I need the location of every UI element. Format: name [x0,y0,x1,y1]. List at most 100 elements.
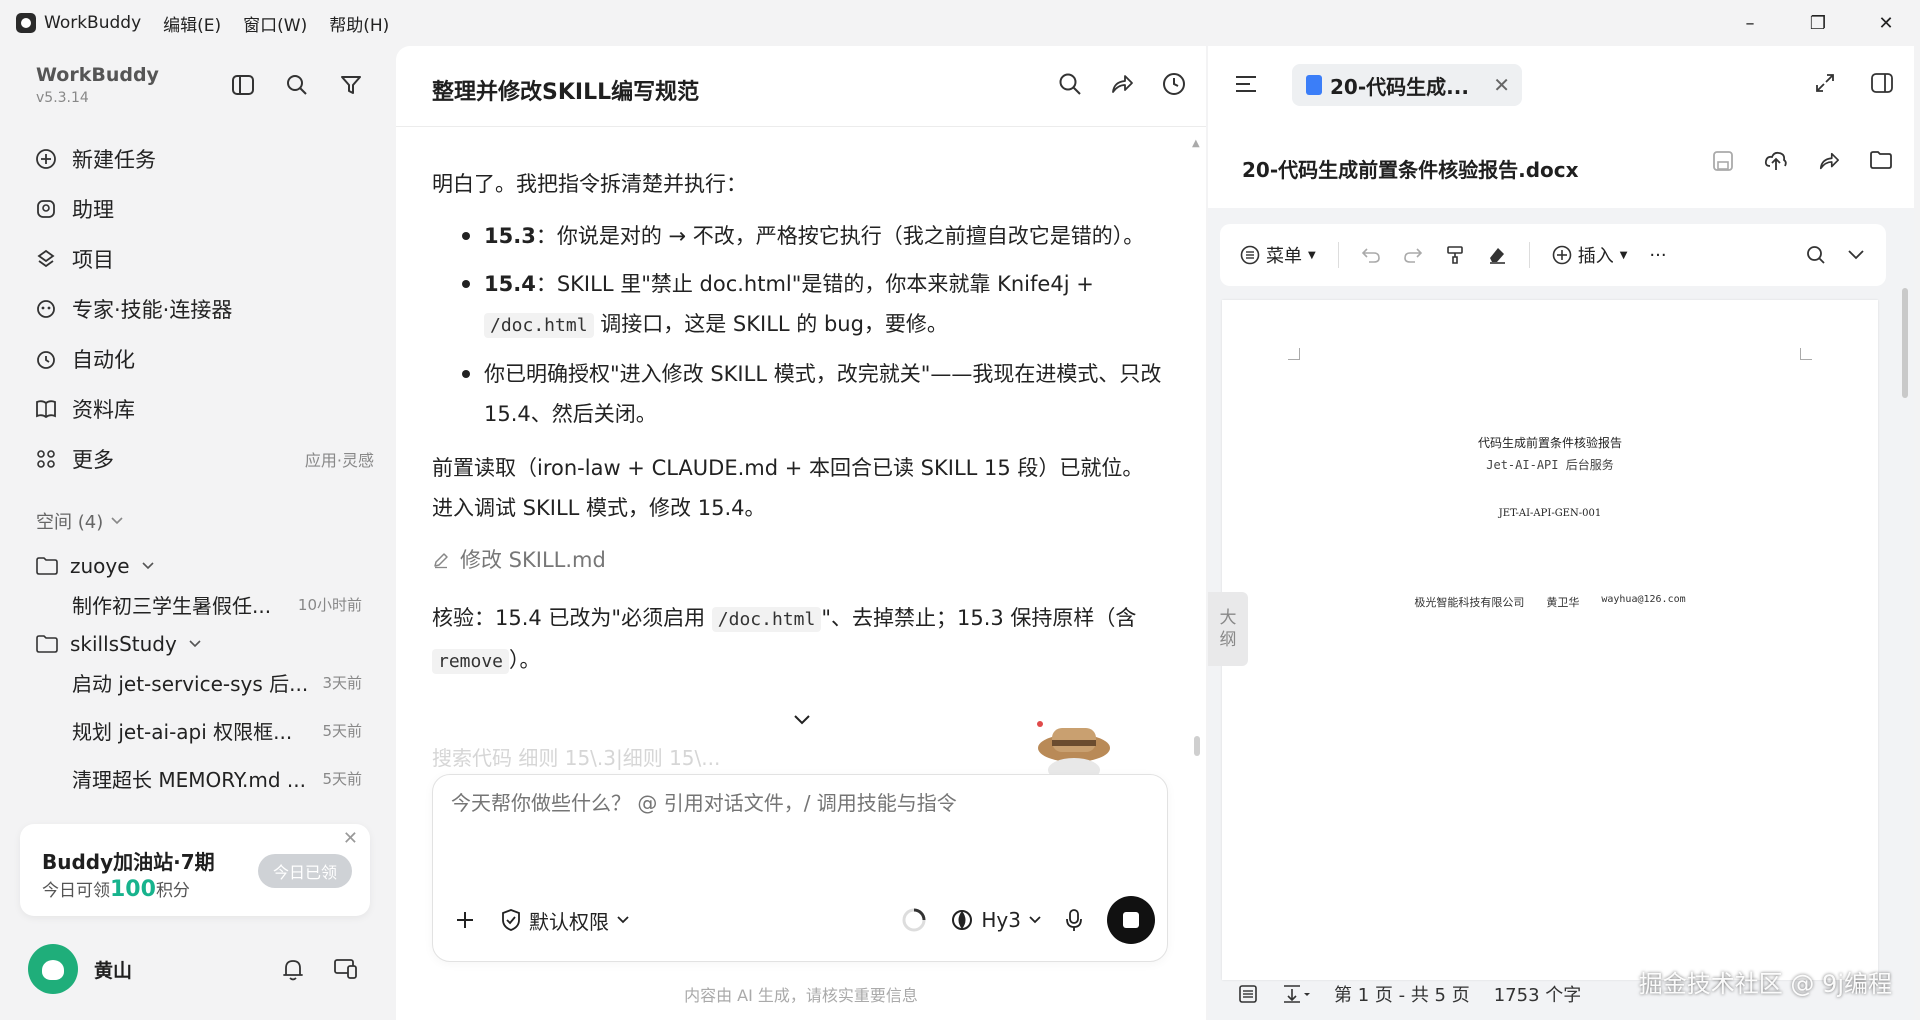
microphone-icon[interactable] [1065,908,1083,932]
more-options-button[interactable]: ··· [1649,245,1666,266]
task-title: 制作初三学生暑假任... [72,594,272,618]
add-attachment-button[interactable] [455,910,475,930]
nav-automation[interactable]: 自动化 [34,334,374,384]
search-icon[interactable] [1058,72,1082,96]
nav-more-extra[interactable]: 应用·灵感 [305,447,374,471]
app-name: WorkBuddy [44,13,142,33]
list-item-text: ：你说是对的 → 不改，严格按它执行（我之前擅自改它是错的）。 [535,224,1145,248]
user-profile[interactable]: 黄山 [28,944,132,994]
caret-down-icon: ▼ [1308,249,1316,261]
insert-dropdown[interactable]: 插入 ▼ [1552,242,1627,268]
document-tab[interactable]: 20-代码生成... ✕ [1292,64,1522,106]
chevron-down-icon[interactable] [788,706,816,734]
message-composer: 默认权限 Hy3 [432,774,1168,962]
claimed-button[interactable]: 今日已领 [258,854,352,888]
book-icon [34,397,58,421]
nav-label: 助理 [72,198,114,222]
folder-name: zuoye [70,554,130,578]
project-icon [34,247,58,271]
plus-icon [457,912,473,928]
report-author: 黄卫华 [1546,596,1580,609]
document-viewer: 菜单 ▼ 插入 ▼ ··· 代码生成前置条件核验报告 Jet-AI-API 后台… [1208,208,1914,1020]
menu-help[interactable]: 帮助(H) [329,11,389,36]
task-item[interactable]: 规划 jet-ai-api 权限框... 5天前 [72,716,362,745]
close-icon[interactable]: ✕ [343,828,358,849]
nav-more[interactable]: 更多 应用·灵感 [34,434,374,484]
title-bar: WorkBuddy 编辑(E) 窗口(W) 帮助(H) – ❐ ✕ [0,0,1920,46]
expand-icon[interactable] [1814,72,1836,94]
document-view-icon[interactable] [1238,984,1258,1004]
task-item[interactable]: 启动 jet-service-sys 后... 3天前 [72,668,362,697]
page-corner-mark [1288,348,1300,360]
message-input[interactable] [451,791,1151,815]
search-icon[interactable] [284,72,310,98]
page-corner-mark [1800,348,1812,360]
restore-button[interactable]: ❐ [1784,0,1852,46]
toggle-sidebar-icon[interactable] [230,72,256,98]
model-selector[interactable]: Hy3 [951,908,1041,932]
nav-new-task[interactable]: 新建任务 [34,134,374,184]
document-page[interactable]: 代码生成前置条件核验报告 Jet-AI-API 后台服务 JET-AI-API-… [1222,300,1878,980]
eraser-icon[interactable] [1487,245,1507,265]
bell-icon[interactable] [282,958,304,982]
chevron-down-icon[interactable] [1848,250,1864,260]
upload-icon[interactable] [1764,150,1788,172]
hamburger-menu-icon[interactable] [1234,74,1258,94]
share-icon[interactable] [1818,150,1840,172]
search-icon[interactable] [1806,245,1826,265]
outline-tab[interactable]: 大 纲 [1208,592,1248,666]
report-meta: 极光智能科技有限公司 黄卫华 wayhua@126.com [1222,594,1878,610]
menu-dropdown[interactable]: 菜单 ▼ [1240,242,1316,268]
stop-icon [1123,912,1139,928]
scrollbar-thumb[interactable] [1194,736,1200,756]
model-label: Hy3 [981,908,1021,932]
nav-projects[interactable]: 项目 [34,234,374,284]
spaces-header[interactable]: 空间 (4) [36,508,123,534]
tool-call-edit[interactable]: 修改 SKILL.md [432,540,1162,580]
avatar [28,944,78,994]
promo-subtitle: 今日可领100积分 [42,876,190,902]
permission-dropdown[interactable]: 默认权限 [501,906,629,935]
close-tab-icon[interactable]: ✕ [1493,73,1510,97]
scroll-up-icon[interactable]: ▲ [1192,138,1200,149]
list-item-text: 你已明确授权"进入修改 SKILL 模式，改完就关"——我现在进模式、只改 15… [484,362,1162,426]
outline-char: 纲 [1219,630,1237,650]
panel-toggle-icon[interactable] [1870,72,1894,94]
word-count[interactable]: 1753 个字 [1494,981,1582,1007]
ai-disclaimer: 内容由 AI 生成，请核实重要信息 [684,986,918,1005]
stop-generation-button[interactable] [1107,896,1155,944]
task-time: 3天前 [322,674,362,692]
undo-icon[interactable] [1361,246,1381,264]
nav-assistant[interactable]: 助理 [34,184,374,234]
menu-window[interactable]: 窗口(W) [243,11,307,36]
menu-label: 菜单 [1266,246,1302,267]
open-folder-icon[interactable] [1870,150,1892,172]
nav-library[interactable]: 资料库 [34,384,374,434]
redo-icon[interactable] [1403,246,1423,264]
insert-label: 插入 [1577,246,1614,267]
menu-circle-icon [1240,245,1260,265]
share-icon[interactable] [1110,72,1134,96]
minimize-button[interactable]: – [1716,0,1784,46]
clock-icon [34,347,58,371]
history-icon[interactable] [1162,72,1186,96]
task-item[interactable]: 清理超长 MEMORY.md ... 5天前 [72,764,362,793]
close-button[interactable]: ✕ [1852,0,1920,46]
document-scrollbar-thumb[interactable] [1902,288,1908,398]
page-layout-icon[interactable] [1282,984,1310,1004]
task-title: 清理超长 MEMORY.md ... [72,768,306,792]
list-item-key: 15.4 [484,272,536,296]
conversation-title: 整理并修改SKILL编写规范 [432,80,700,105]
devices-icon[interactable] [334,958,358,982]
permission-label: 默认权限 [529,909,609,934]
save-icon[interactable] [1712,150,1734,172]
folder-zuoye[interactable]: zuoye [36,554,154,578]
format-painter-icon[interactable] [1445,245,1465,265]
nav-experts[interactable]: 专家·技能·连接器 [34,284,374,334]
toolbar-divider [1337,242,1339,268]
folder-skillsstudy[interactable]: skillsStudy [36,632,201,656]
menu-edit[interactable]: 编辑(E) [163,11,221,36]
task-item[interactable]: 制作初三学生暑假任... 10小时前 [72,590,362,619]
filter-icon[interactable] [338,72,364,98]
report-doc-id: JET-AI-API-GEN-001 [1498,508,1602,519]
